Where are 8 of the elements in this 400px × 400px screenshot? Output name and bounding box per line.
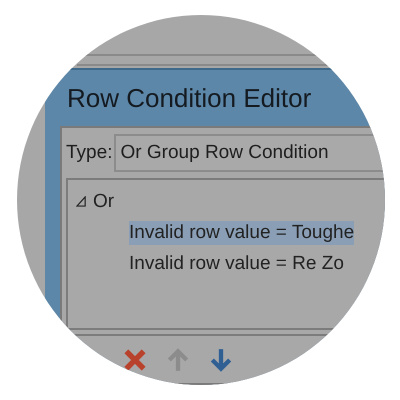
expander-icon[interactable] (76, 196, 87, 207)
window-title: Row Condition Editor (66, 82, 312, 115)
down-arrow-icon[interactable] (208, 346, 234, 374)
tree-item[interactable]: Invalid row value = Toughe (129, 220, 354, 244)
type-label: Type: (66, 142, 112, 164)
tree-item[interactable]: Invalid row value = Re Zo (129, 252, 344, 276)
type-dropdown[interactable]: Or Group Row Condition (114, 134, 385, 172)
tree-item[interactable]: Or (93, 190, 114, 214)
